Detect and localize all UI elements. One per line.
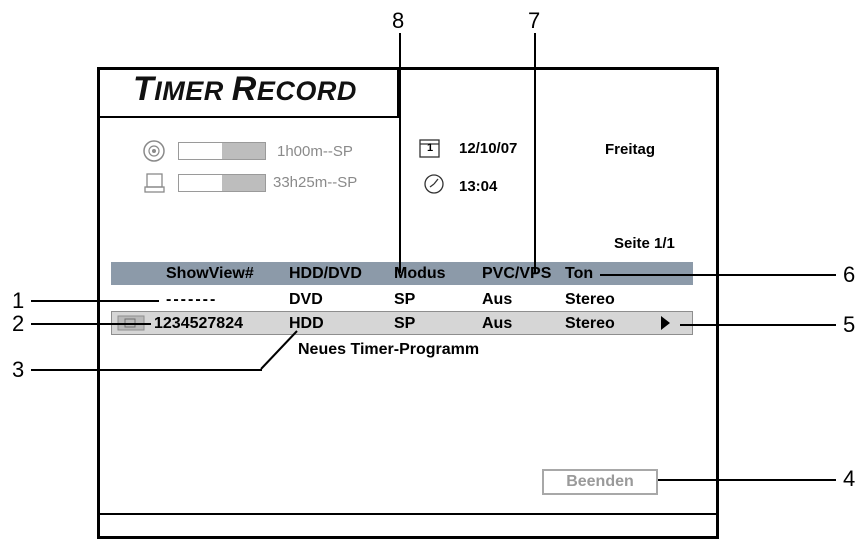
row2-sound: Stereo xyxy=(565,315,615,332)
callout-3: 3 xyxy=(12,357,25,382)
page-indicator: Seite 1/1 xyxy=(614,235,675,252)
play-arrow-icon[interactable] xyxy=(661,316,670,330)
page-title: TIMER RECORD xyxy=(133,70,357,108)
row1-sound: Stereo xyxy=(565,291,615,308)
callout-4-line xyxy=(658,479,836,481)
callout-7-line xyxy=(534,33,536,273)
row2-mode: SP xyxy=(394,315,416,332)
calendar-icon: 1 xyxy=(419,137,441,159)
callout-4: 4 xyxy=(843,466,856,491)
weekday-value: Freitag xyxy=(605,141,656,158)
callout-5: 5 xyxy=(843,312,856,337)
row2-showview: 1234527824 xyxy=(154,315,243,332)
row2-pvc-vps: Aus xyxy=(482,315,513,332)
callout-8-line xyxy=(399,33,401,273)
callout-7: 7 xyxy=(528,8,541,33)
dvd-remaining-time: 1h00m--SP xyxy=(277,143,353,160)
end-button[interactable]: Beenden xyxy=(542,469,658,495)
hdd-capacity-bar xyxy=(178,174,266,192)
row1-showview: ------- xyxy=(166,291,218,308)
header-pvc-vps: PVC/VPS xyxy=(482,265,552,282)
new-timer-program[interactable]: Neues Timer-Programm xyxy=(298,341,479,359)
clock-icon xyxy=(423,173,445,195)
callout-3-line xyxy=(31,369,262,371)
time-value: 13:04 xyxy=(459,178,498,195)
calendar-icon-day: 1 xyxy=(427,142,434,154)
date-value: 12/10/07 xyxy=(459,140,518,157)
hard-disk-icon xyxy=(144,172,166,194)
callout-2: 2 xyxy=(12,311,25,336)
callout-1-line xyxy=(31,300,159,302)
row1-mode: SP xyxy=(394,291,416,308)
header-sound: Ton xyxy=(565,265,594,282)
header-mode: Modus xyxy=(394,265,446,282)
row1-source: DVD xyxy=(289,291,323,308)
header-showview: ShowView# xyxy=(166,265,254,282)
row1-pvc-vps: Aus xyxy=(482,291,513,308)
bottom-divider xyxy=(100,513,716,515)
hdd-remaining-time: 33h25m--SP xyxy=(273,174,358,191)
callout-6: 6 xyxy=(843,262,856,287)
disc-icon xyxy=(143,140,165,162)
callout-5-line xyxy=(680,324,836,326)
callout-2-line xyxy=(31,323,151,325)
dvd-capacity-bar xyxy=(178,142,266,160)
callout-8: 8 xyxy=(392,8,405,33)
header-source: HDD/DVD xyxy=(289,265,362,282)
callout-6-line xyxy=(600,274,836,276)
callout-3-diagonal xyxy=(260,330,298,370)
